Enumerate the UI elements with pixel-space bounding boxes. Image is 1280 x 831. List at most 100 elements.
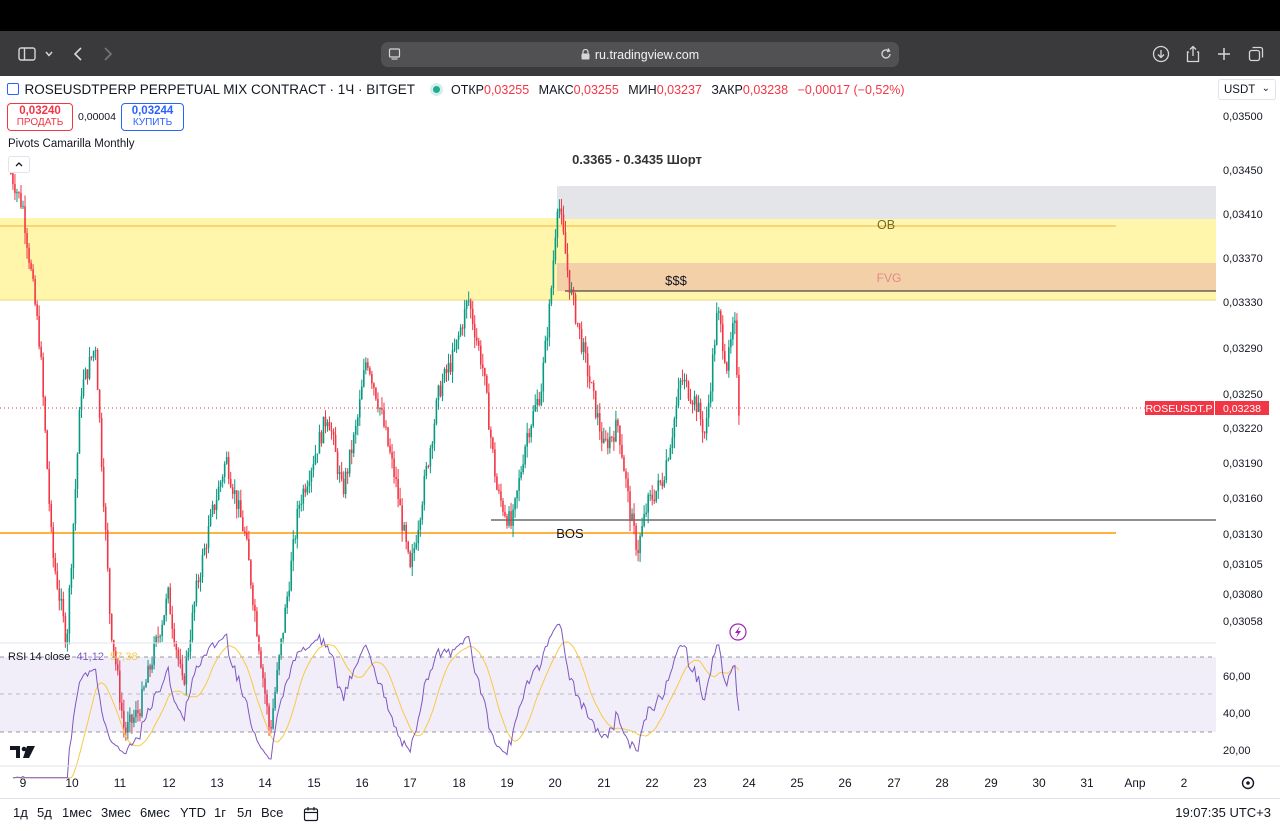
indicator-legend[interactable]: Pivots Camarilla Monthly — [8, 138, 135, 150]
rsi-tick: 20,00 — [1223, 745, 1251, 757]
candle — [703, 431, 706, 439]
chevron-up-icon — [15, 162, 23, 167]
share-icon[interactable] — [1183, 31, 1203, 76]
candle — [657, 473, 660, 499]
candle — [621, 434, 623, 459]
candle — [488, 383, 490, 430]
sell-price: 0,03240 — [19, 105, 61, 117]
candle — [578, 323, 581, 340]
price-tick: 0,03220 — [1223, 423, 1263, 435]
candle — [544, 335, 547, 364]
sell-button[interactable]: 0,03240 ПРОДАТЬ — [7, 103, 73, 131]
candle — [383, 402, 385, 429]
candle — [697, 395, 700, 413]
candle — [635, 522, 637, 556]
candle — [669, 444, 672, 460]
range-1d[interactable]: 1д — [13, 805, 28, 820]
range-1m[interactable]: 1мес — [62, 805, 92, 820]
download-icon[interactable] — [1151, 31, 1171, 76]
range-ytd[interactable]: YTD — [180, 805, 206, 820]
range-5y[interactable]: 5л — [237, 805, 252, 820]
collapse-legend-button[interactable] — [8, 156, 30, 173]
candle — [367, 358, 369, 371]
candle — [393, 451, 395, 484]
candle — [631, 508, 633, 522]
candle — [100, 412, 103, 472]
new-tab-icon[interactable] — [1214, 31, 1234, 76]
range-3m[interactable]: 3мес — [101, 805, 131, 820]
tradingview-logo — [10, 746, 35, 758]
candle — [94, 346, 97, 361]
price-chart[interactable]: 0.3365 - 0.3435 Шорт OB FVG $$$ BOS 0,03… — [0, 76, 1280, 831]
candle — [361, 379, 363, 400]
candle — [453, 338, 456, 353]
candle — [314, 444, 317, 466]
time-tick: 25 — [790, 776, 804, 790]
chevron-down-icon: ⌄ — [1261, 83, 1270, 94]
candle — [649, 489, 651, 501]
symbol-title[interactable]: ROSEUSDTPERP PERPETUAL MIX CONTRACT · 1Ч… — [24, 82, 415, 97]
settings-gear-icon[interactable] — [1241, 776, 1255, 790]
candle — [663, 476, 666, 488]
candle — [22, 200, 24, 210]
reader-icon[interactable] — [388, 47, 402, 64]
range-1y[interactable]: 1г — [214, 805, 226, 820]
candle — [14, 174, 16, 200]
range-all[interactable]: Все — [261, 805, 283, 820]
currency-select[interactable]: USDT ⌄ — [1218, 79, 1276, 100]
candle — [435, 397, 438, 426]
time-axis[interactable]: 9 10 11 12 13 14 15 16 17 18 19 20 21 22 23 24 25 26 27 28 2… — [20, 776, 1188, 790]
candle — [403, 521, 405, 532]
candle — [294, 535, 297, 544]
go-to-date-icon[interactable] — [303, 806, 319, 827]
candle — [437, 384, 440, 410]
candle — [413, 542, 416, 561]
candle — [197, 574, 200, 589]
candle — [451, 342, 454, 383]
rsi-legend[interactable]: RSI 14 close 41,12 57,38 — [8, 651, 138, 663]
candle — [629, 485, 631, 532]
buy-price: 0,03244 — [131, 105, 174, 117]
candle — [532, 405, 535, 428]
candle — [479, 340, 482, 370]
candle — [528, 428, 530, 444]
back-icon[interactable] — [68, 31, 88, 76]
candle — [157, 626, 159, 644]
range-5d[interactable]: 5д — [37, 805, 52, 820]
candle — [46, 429, 48, 470]
chevron-down-icon[interactable] — [42, 31, 56, 76]
time-tick: 22 — [645, 776, 659, 790]
reload-icon[interactable] — [879, 47, 893, 64]
time-tick: 12 — [162, 776, 176, 790]
candle — [633, 503, 635, 535]
ob-label: OB — [877, 218, 895, 232]
buy-label: КУПИТЬ — [132, 117, 173, 128]
candle — [592, 380, 595, 400]
candle — [286, 591, 288, 615]
sidebar-toggle-icon[interactable] — [14, 31, 40, 76]
candle — [625, 468, 627, 488]
candle — [719, 309, 722, 333]
candle — [44, 395, 46, 434]
price-tick: 0,03410 — [1223, 209, 1263, 221]
buy-button[interactable]: 0,03244 КУПИТЬ — [121, 103, 184, 131]
candle — [445, 364, 448, 383]
candle — [348, 449, 351, 478]
time-tick: 11 — [114, 776, 127, 790]
candle — [471, 300, 474, 331]
candle — [443, 367, 446, 384]
bos-label: BOS — [556, 526, 584, 541]
lightning-icon[interactable] — [729, 623, 747, 641]
high-value: 0,03255 — [573, 83, 619, 97]
chart-layout-icon[interactable] — [7, 83, 19, 95]
candle — [16, 188, 18, 203]
candle — [175, 640, 178, 659]
clock[interactable]: 19:07:35 UTC+3 — [1175, 805, 1271, 820]
candle — [369, 366, 371, 376]
candle — [486, 373, 488, 394]
address-bar[interactable]: ru.tradingview.com — [381, 42, 899, 67]
forward-icon[interactable] — [98, 31, 118, 76]
candle — [50, 500, 53, 533]
range-6m[interactable]: 6мес — [140, 805, 170, 820]
tabs-overview-icon[interactable] — [1246, 31, 1266, 76]
